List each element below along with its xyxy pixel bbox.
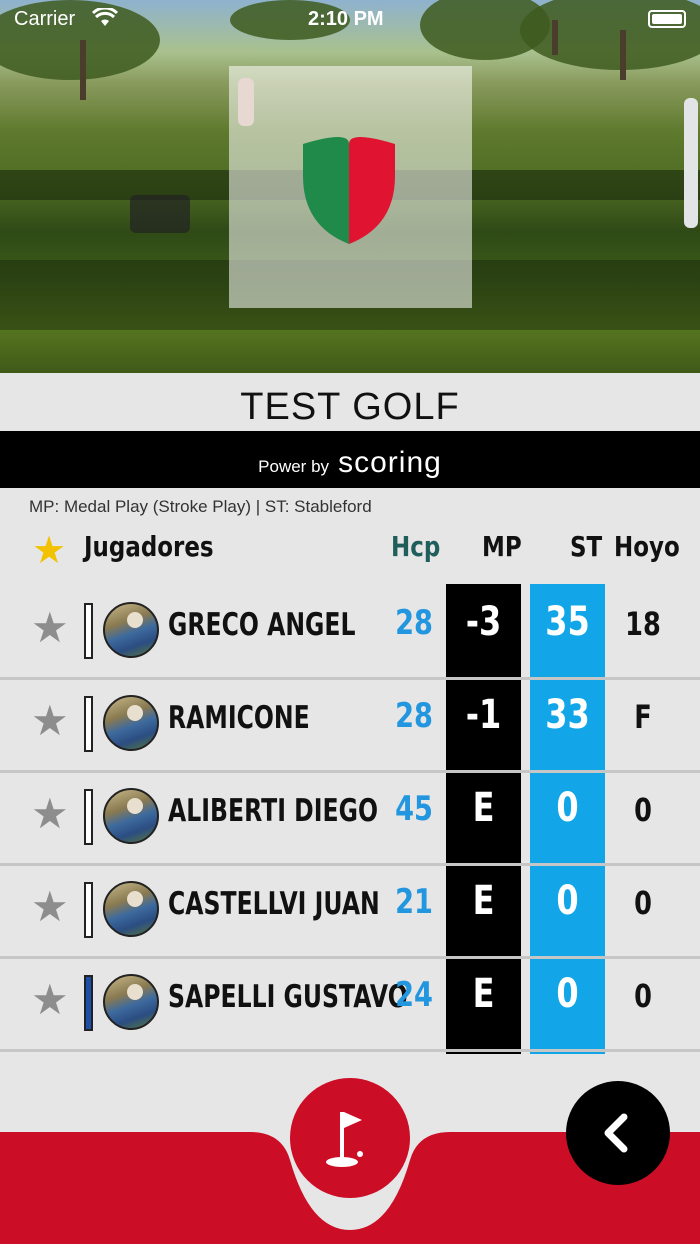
star-icon[interactable]: ★ [31, 607, 69, 649]
header-photo: Carrier 2:10 PM [0, 0, 700, 373]
club-logo [229, 66, 472, 308]
avatar [103, 881, 159, 937]
player-mp: -3 [465, 599, 502, 645]
player-mp: E [472, 785, 495, 831]
player-hole: F [634, 698, 652, 736]
player-hcp: 45 [395, 789, 433, 829]
status-bar: Carrier 2:10 PM [0, 6, 700, 34]
avatar [103, 695, 159, 751]
player-name: RAMICONE [168, 700, 310, 736]
player-st: 0 [556, 971, 579, 1017]
player-hole: 0 [634, 791, 652, 829]
player-hole: 0 [634, 977, 652, 1015]
avatar [103, 602, 159, 658]
player-name: SAPELLI GUSTAVO [168, 979, 408, 1015]
tournament-title: TEST GOLF [0, 373, 700, 431]
player-mp: E [472, 971, 495, 1017]
player-hcp: 21 [395, 882, 433, 922]
header-hole: Hoyo [614, 530, 680, 563]
tee-flag [84, 789, 93, 845]
avatar [103, 788, 159, 844]
powered-by-label: Power by [258, 457, 330, 476]
player-hcp: 28 [395, 696, 433, 736]
header-mp: MP [482, 530, 522, 563]
back-button[interactable] [566, 1081, 670, 1185]
player-hole: 18 [625, 605, 661, 643]
player-st: 0 [556, 785, 579, 831]
star-icon[interactable]: ★ [31, 793, 69, 835]
player-name: GRECO ANGEL [168, 607, 356, 643]
table-row[interactable]: ★ SAPELLI GUSTAVO 24 E 0 0 [0, 957, 700, 1052]
table-row[interactable]: ★ ALIBERTI DIEGO 45 E 0 0 [0, 771, 700, 866]
player-st: 33 [545, 692, 590, 738]
brand-logo: scoring [338, 446, 442, 479]
player-hcp: 24 [395, 975, 433, 1015]
table-header: ★ Jugadores Hcp MP ST Hoyo [0, 522, 700, 578]
table-row[interactable]: ★ GRECO ANGEL 28 -3 35 18 [0, 585, 700, 680]
player-hole: 0 [634, 884, 652, 922]
row-divider [0, 1049, 700, 1052]
carrier-label: Carrier [14, 8, 76, 30]
avatar [103, 974, 159, 1030]
tee-flag [84, 696, 93, 752]
table-row[interactable]: ★ CASTELLVI JUAN 21 E 0 0 [0, 864, 700, 959]
header-hcp: Hcp [391, 530, 441, 563]
scoring-legend: MP: Medal Play (Stroke Play) | ST: Stabl… [29, 497, 372, 516]
player-mp: -1 [465, 692, 502, 738]
tee-flag [84, 975, 93, 1031]
header-st: ST [570, 530, 603, 563]
star-icon[interactable]: ★ [31, 700, 69, 742]
tee-flag [84, 603, 93, 659]
battery-icon [648, 10, 686, 28]
star-icon[interactable]: ★ [31, 979, 69, 1021]
player-name: ALIBERTI DIEGO [168, 793, 378, 829]
golf-flag-icon [326, 1112, 363, 1167]
clock: 2:10 PM [308, 8, 384, 30]
player-mp: E [472, 878, 495, 924]
header-players: Jugadores [84, 530, 214, 563]
powered-by-banner: Power by scoring [0, 431, 700, 488]
player-st: 35 [545, 599, 590, 645]
star-icon[interactable]: ★ [32, 528, 66, 572]
player-st: 0 [556, 878, 579, 924]
tee-flag [84, 882, 93, 938]
wifi-icon [91, 6, 119, 34]
player-hcp: 28 [395, 603, 433, 643]
chevron-left-icon [604, 1113, 628, 1153]
player-name: CASTELLVI JUAN [168, 886, 380, 922]
table-row[interactable]: ★ RAMICONE 28 -1 33 F [0, 678, 700, 773]
star-icon[interactable]: ★ [31, 886, 69, 928]
club-shield-icon [303, 137, 395, 244]
hole-button[interactable] [290, 1078, 410, 1198]
